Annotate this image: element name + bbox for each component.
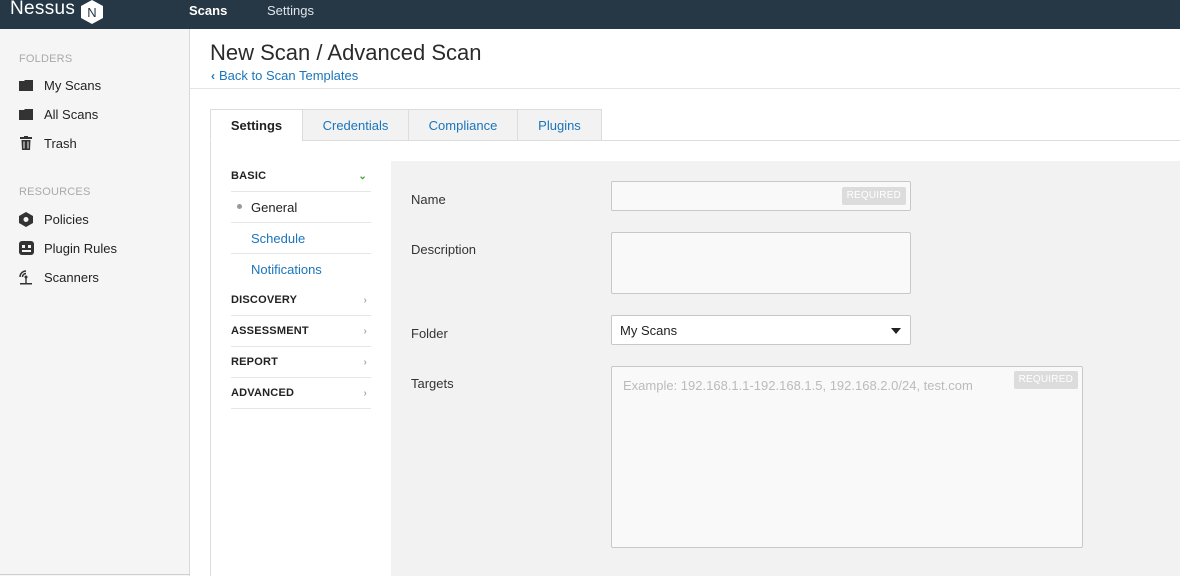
resources-heading: RESOURCES xyxy=(19,186,91,198)
tab-plugins[interactable]: Plugins xyxy=(517,109,602,141)
tab-settings[interactable]: Settings xyxy=(210,109,303,141)
subsection-label: Schedule xyxy=(251,230,306,246)
page-title: New Scan / Advanced Scan xyxy=(210,40,482,65)
targets-textarea[interactable]: Example: 192.168.1.1-192.168.1.5, 192.16… xyxy=(611,366,1083,548)
tab-credentials[interactable]: Credentials xyxy=(302,109,409,141)
shield-icon xyxy=(18,211,34,227)
sidebar-item-plugin-rules[interactable]: Plugin Rules xyxy=(18,238,117,258)
tab-compliance[interactable]: Compliance xyxy=(408,109,518,141)
sidebar-item-label: Policies xyxy=(44,211,89,227)
nessus-hex-icon: N xyxy=(81,0,104,24)
section-basic[interactable]: BASIC ⌄ xyxy=(231,161,371,192)
description-label: Description xyxy=(411,242,477,257)
folder-select[interactable]: My Scans xyxy=(611,315,911,345)
scanner-icon xyxy=(18,269,34,285)
description-textarea[interactable] xyxy=(611,232,911,294)
chevron-down-icon: ⌄ xyxy=(358,170,367,182)
section-label: ASSESSMENT xyxy=(231,325,309,337)
chevron-left-icon: ‹ xyxy=(211,69,215,83)
chevron-right-icon: › xyxy=(363,325,367,337)
folder-label: Folder xyxy=(411,326,448,341)
sidebar-item-label: Scanners xyxy=(44,269,99,285)
back-to-templates-link[interactable]: ‹ Back to Scan Templates xyxy=(211,68,358,83)
trash-icon xyxy=(18,135,34,151)
folder-selected-value: My Scans xyxy=(620,323,678,338)
subsection-label: General xyxy=(251,199,298,215)
section-label: DISCOVERY xyxy=(231,294,298,306)
nessus-logo[interactable]: Nessus N xyxy=(10,0,104,24)
targets-placeholder: Example: 192.168.1.1-192.168.1.5, 192.16… xyxy=(623,378,973,393)
sidebar-item-scanners[interactable]: Scanners xyxy=(18,267,99,287)
required-badge: REQUIRED xyxy=(841,187,906,205)
targets-label: Targets xyxy=(411,376,454,391)
sidebar-item-label: All Scans xyxy=(44,106,99,122)
subsection-general[interactable]: General xyxy=(231,192,371,223)
subsection-schedule[interactable]: Schedule xyxy=(231,223,371,254)
nav-scans[interactable]: Scans xyxy=(189,2,227,20)
folder-icon xyxy=(18,106,34,122)
section-assessment[interactable]: ASSESSMENT › xyxy=(231,316,371,347)
section-label: BASIC xyxy=(231,170,267,182)
name-label: Name xyxy=(411,192,446,207)
folders-heading: FOLDERS xyxy=(19,53,73,65)
sidebar-item-label: Trash xyxy=(44,135,77,151)
logo-text: Nessus xyxy=(10,0,76,19)
sidebar-item-my-scans[interactable]: My Scans xyxy=(18,75,101,95)
nav-settings[interactable]: Settings xyxy=(267,2,314,20)
caret-down-icon xyxy=(891,328,901,334)
section-report[interactable]: REPORT › xyxy=(231,347,371,378)
subsection-label: Notifications xyxy=(251,262,322,277)
plugin-rules-icon xyxy=(18,240,34,256)
folder-icon xyxy=(18,77,34,93)
sidebar-item-label: My Scans xyxy=(44,77,102,93)
sidebar: FOLDERS My Scans All Scans Trash RESOURC… xyxy=(0,29,190,576)
section-advanced[interactable]: ADVANCED › xyxy=(231,378,371,409)
name-input[interactable]: REQUIRED xyxy=(611,181,911,211)
sidebar-item-trash[interactable]: Trash xyxy=(18,133,77,153)
section-discovery[interactable]: DISCOVERY › xyxy=(231,285,371,316)
required-badge: REQUIRED xyxy=(1013,371,1078,389)
subsection-notifications[interactable]: Notifications xyxy=(231,254,371,285)
sidebar-item-all-scans[interactable]: All Scans xyxy=(18,104,98,124)
section-label: ADVANCED xyxy=(231,387,295,399)
current-bullet-icon xyxy=(237,204,242,209)
chevron-right-icon: › xyxy=(363,294,367,306)
svg-text:N: N xyxy=(87,5,96,20)
sidebar-item-label: Plugin Rules xyxy=(44,240,117,256)
chevron-right-icon: › xyxy=(363,356,367,368)
sidebar-item-policies[interactable]: Policies xyxy=(18,209,89,229)
header-divider xyxy=(190,88,1180,89)
top-nav-bar: Nessus N Scans Settings xyxy=(0,0,1180,29)
chevron-right-icon: › xyxy=(363,387,367,399)
back-link-label: Back to Scan Templates xyxy=(219,68,359,83)
section-label: REPORT xyxy=(231,356,279,368)
